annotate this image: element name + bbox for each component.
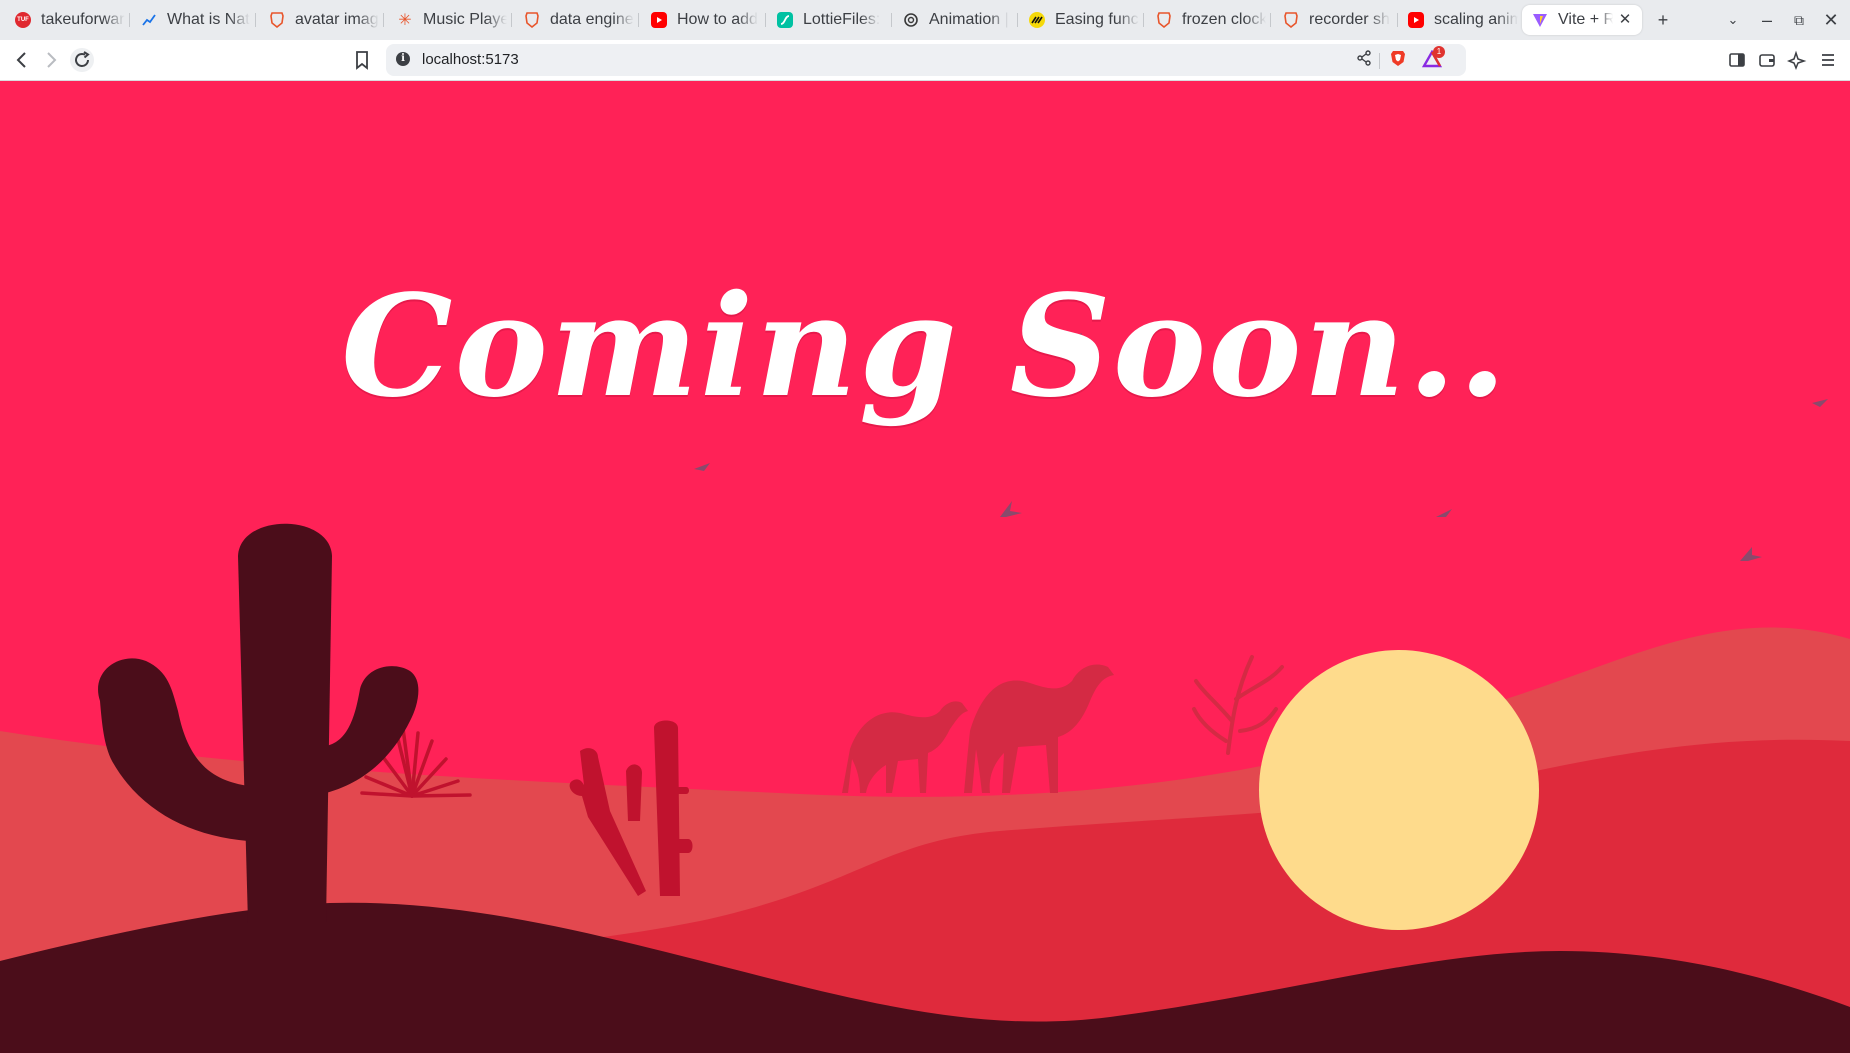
sidebar-toggle-button[interactable] (1725, 48, 1749, 72)
sidebar-icon (1729, 53, 1745, 67)
tab-1[interactable]: TUF takeuforward (12, 5, 130, 35)
reload-icon (75, 51, 90, 67)
close-tab-icon[interactable]: ✕ (1616, 11, 1634, 29)
tab-label: recorder sh (1309, 11, 1390, 28)
tab-separator (383, 13, 384, 27)
tab-label: LottieFiles: (803, 11, 881, 28)
tab-11[interactable]: recorder sh (1280, 5, 1398, 35)
tab-label: frozen clock (1182, 11, 1266, 28)
bird (694, 463, 710, 471)
tab-separator (1143, 13, 1144, 27)
tab-label: scaling anim (1434, 11, 1518, 28)
back-arrow-icon (16, 52, 26, 68)
site-info-icon[interactable]: i (396, 52, 410, 66)
hamburger-menu-icon (1822, 54, 1834, 66)
tab-10[interactable]: frozen clock (1153, 5, 1271, 35)
minimize-button[interactable]: – (1755, 8, 1779, 32)
tab-7[interactable]: LottieFiles: (774, 5, 892, 35)
share-icon[interactable] (1354, 50, 1374, 70)
youtube-icon (1408, 12, 1424, 28)
bird (1740, 547, 1762, 561)
tab-separator (1270, 13, 1271, 27)
sparkle-icon (1786, 50, 1807, 71)
asterisk-icon: ✳ (398, 12, 412, 29)
tab-3[interactable]: avatar imag (266, 5, 384, 35)
url-divider (1379, 53, 1380, 69)
tab-separator (129, 13, 130, 27)
brave-shield-icon (269, 12, 285, 28)
tab-8[interactable]: Animation | (900, 5, 1018, 35)
address-bar[interactable]: i localhost:5173 1 (386, 44, 1466, 76)
tab-separator (765, 13, 766, 27)
tab-separator (638, 13, 639, 27)
easing-icon (1029, 12, 1045, 28)
bookmark-icon (356, 51, 368, 70)
tuf-icon: TUF (15, 12, 31, 28)
brave-shield-icon (1283, 12, 1299, 28)
tab-separator (511, 13, 512, 27)
main-menu-button[interactable] (1816, 48, 1840, 72)
reload-button[interactable] (70, 48, 94, 72)
brave-shield-icon (1156, 12, 1172, 28)
lottie-icon (777, 12, 793, 28)
leo-ai-button[interactable] (1785, 48, 1809, 72)
desert-scene (0, 333, 1850, 1053)
tab-label: Easing func (1055, 11, 1139, 28)
coming-soon-heading: Coming Soon.. (341, 265, 1509, 429)
tab-separator (1017, 13, 1018, 27)
tab-4[interactable]: ✳ Music Playe (394, 5, 512, 35)
tab-strip: TUF takeuforward What is Nat avatar imag ✳ Mu… (0, 0, 1850, 40)
tab-separator (255, 13, 256, 27)
tab-9[interactable]: Easing func (1026, 5, 1144, 35)
wallet-button[interactable] (1755, 48, 1779, 72)
coming-soon-page: Coming Soon.. (0, 81, 1850, 1053)
tab-12[interactable]: scaling anim (1405, 5, 1523, 35)
tab-label: Vite + R (1558, 11, 1613, 28)
bird (1000, 501, 1022, 517)
wallet-icon (1759, 54, 1775, 67)
tab-5[interactable]: data engine (521, 5, 639, 35)
tab-label: Music Playe (423, 11, 507, 28)
camel-right (964, 664, 1114, 793)
tab-2[interactable]: What is Nat (138, 5, 256, 35)
back-button[interactable] (10, 48, 34, 72)
forward-arrow-icon (47, 52, 57, 68)
tab-13[interactable]: Vite + R ✕ (1522, 5, 1642, 35)
tab-separator (1397, 13, 1398, 27)
tab-label: What is Nat (167, 11, 250, 28)
close-window-button[interactable]: ✕ (1819, 8, 1843, 32)
browser-toolbar: i localhost:5173 1 (0, 40, 1850, 81)
tab-label: How to add (677, 11, 758, 28)
tab-label: takeuforward (41, 11, 125, 28)
tab-search-chevron-icon[interactable]: ⌄ (1721, 8, 1745, 32)
youtube-icon (651, 12, 667, 28)
chart-trend-icon (141, 12, 157, 28)
brave-shields-icon[interactable] (1390, 49, 1406, 67)
vite-icon (1532, 12, 1548, 28)
sun (1259, 650, 1539, 930)
restore-button[interactable]: ⧉ (1787, 8, 1811, 32)
camel-left (842, 701, 968, 793)
openai-icon (903, 12, 919, 28)
bird (1436, 509, 1452, 517)
bookmark-button[interactable] (350, 48, 374, 72)
tab-separator (891, 13, 892, 27)
forward-button[interactable] (39, 48, 63, 72)
brave-shield-icon (524, 12, 540, 28)
tab-label: data engine (550, 11, 634, 28)
rewards-badge: 1 (1433, 46, 1445, 58)
new-tab-button[interactable]: + (1651, 8, 1675, 32)
tab-label: Animation | (929, 11, 1009, 28)
tab-6[interactable]: How to add (648, 5, 766, 35)
url-text[interactable]: localhost:5173 (422, 51, 519, 68)
tab-label: avatar imag (295, 11, 379, 28)
